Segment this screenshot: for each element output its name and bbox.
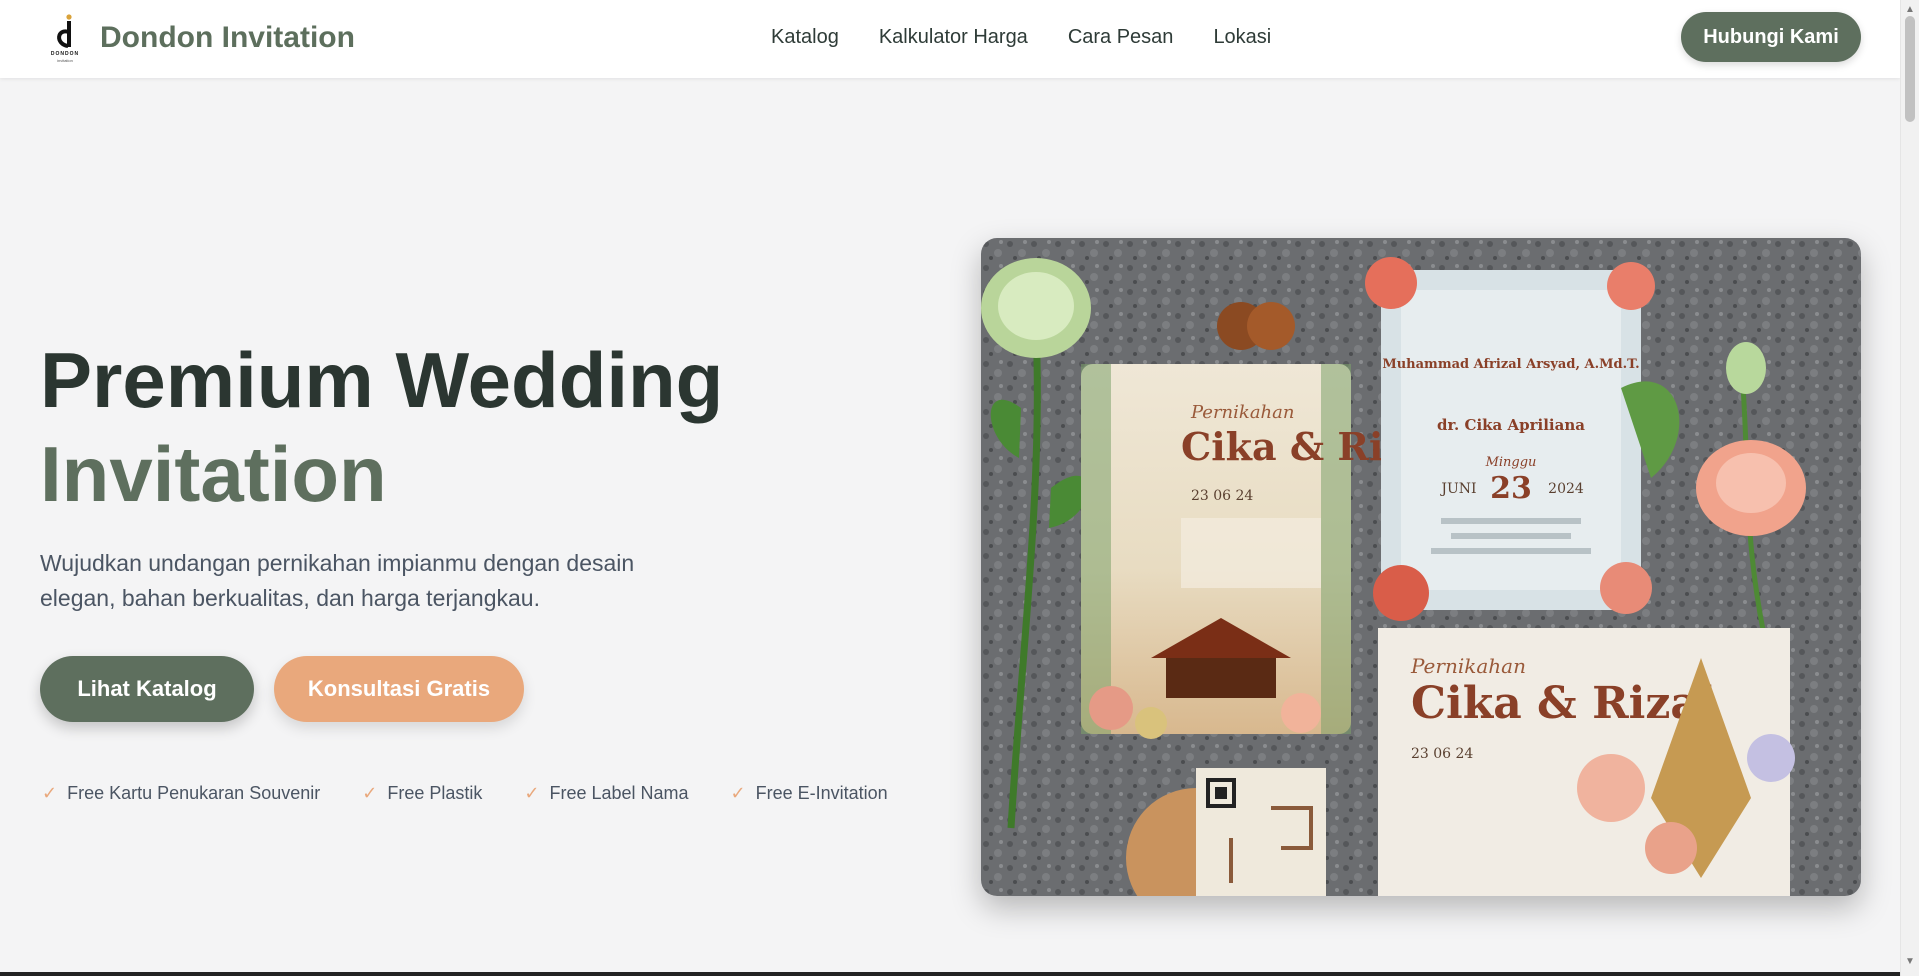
feature-label: Free Kartu Penukaran Souvenir [67, 783, 321, 803]
card1-date: 23 06 24 [1191, 488, 1253, 504]
nav-kalkulator-harga[interactable]: Kalkulator Harga [879, 26, 1028, 49]
nav-lokasi[interactable]: Lokasi [1213, 26, 1271, 49]
logo-text: DONDON [50, 51, 80, 57]
scroll-down-arrow-icon[interactable]: ▼ [1905, 956, 1915, 967]
hero-title-line2: Invitation [40, 430, 387, 518]
card2-bride: dr. Cika Apriliana [1437, 416, 1585, 434]
feature-label: Free E-Invitation [755, 783, 888, 803]
check-icon: ✓ [524, 783, 540, 803]
hero-image: Pernikahan Cika & Rizal 23 06 24 Muhamma… [981, 238, 1861, 896]
check-icon: ✓ [42, 783, 58, 803]
feature-label: Free Label Nama [549, 783, 689, 803]
scroll-up-arrow-icon[interactable]: ▲ [1905, 4, 1915, 15]
check-icon: ✓ [730, 783, 746, 803]
bottom-divider [0, 972, 1900, 976]
card3-names: Cika & Rizal [1411, 678, 1716, 729]
feature-item: ✓ Free Plastik [362, 783, 482, 804]
feature-item: ✓ Free E-Invitation [731, 783, 888, 804]
hero-description: Wujudkan undangan pernikahan impianmu de… [40, 550, 635, 611]
free-consultation-button[interactable]: Konsultasi Gratis [274, 656, 524, 722]
view-catalog-button[interactable]: Lihat Katalog [40, 656, 254, 722]
nav-katalog[interactable]: Katalog [771, 26, 839, 49]
navbar: DONDON invitation Dondon Invitation Kata… [0, 0, 1900, 78]
brand-logo: DONDON invitation [44, 12, 86, 64]
feature-label: Free Plastik [387, 783, 483, 803]
feature-item: ✓ Free Kartu Penukaran Souvenir [42, 783, 320, 804]
invitation-photo: Pernikahan Cika & Rizal 23 06 24 Muhamma… [981, 238, 1861, 896]
brand-name: Dondon Invitation [100, 21, 355, 54]
card2-date: 23 [1490, 471, 1532, 506]
card3-script: Pernikahan [1410, 654, 1526, 678]
main-nav: Katalog Kalkulator Harga Cara Pesan Loka… [771, 26, 1271, 49]
card3-date: 23 06 24 [1411, 746, 1473, 762]
card2-groom: Muhammad Afrizal Arsyad, A.Md.T. [1382, 357, 1639, 372]
card2-year: 2024 [1548, 481, 1584, 497]
page-scrollbar[interactable]: ▲ ▼ [1900, 0, 1919, 976]
card2-month: JUNI [1439, 481, 1476, 497]
hero-title: Premium Wedding Invitation [40, 333, 723, 521]
card2-day: Minggu [1485, 455, 1537, 470]
logo-d-icon [57, 14, 72, 48]
feature-item: ✓ Free Label Nama [524, 783, 688, 804]
check-icon: ✓ [362, 783, 378, 803]
logo-subtext: invitation [57, 58, 73, 63]
brand[interactable]: DONDON invitation Dondon Invitation [44, 12, 355, 64]
feature-list: ✓ Free Kartu Penukaran Souvenir ✓ Free P… [42, 783, 930, 804]
contact-button[interactable]: Hubungi Kami [1681, 12, 1861, 62]
scrollbar-thumb[interactable] [1905, 16, 1915, 122]
card1-script: Pernikahan [1190, 402, 1294, 423]
nav-cara-pesan[interactable]: Cara Pesan [1068, 26, 1174, 49]
hero-title-line1: Premium Wedding [40, 336, 724, 424]
